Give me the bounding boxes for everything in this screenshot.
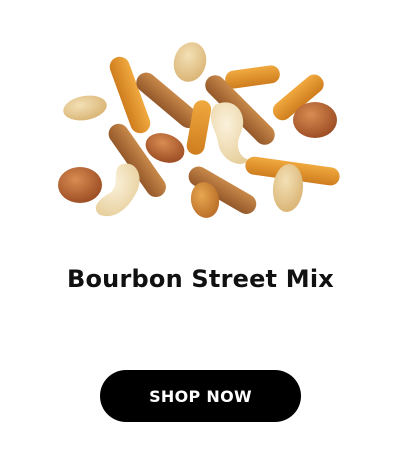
product-card: Bourbon Street Mix SHOP NOW: [0, 0, 401, 460]
snack-mix-image[interactable]: [40, 30, 370, 235]
product-title[interactable]: Bourbon Street Mix: [0, 265, 401, 293]
shop-now-button[interactable]: SHOP NOW: [100, 370, 301, 422]
